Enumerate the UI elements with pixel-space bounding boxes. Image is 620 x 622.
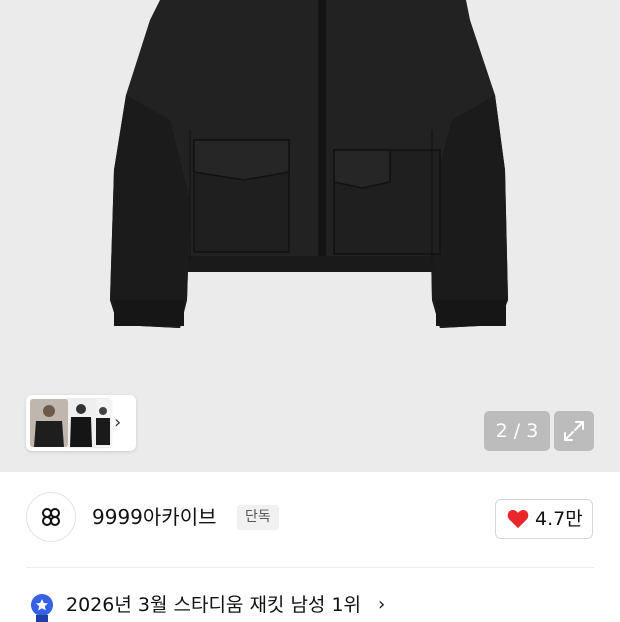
expand-icon bbox=[564, 421, 584, 441]
like-count: 4.7만 bbox=[535, 508, 583, 530]
thumbnail-1-image bbox=[30, 399, 68, 447]
thumbnail-2[interactable] bbox=[66, 399, 96, 447]
thumbnail-2-image bbox=[66, 399, 96, 447]
ranking-text: 2026년 3월 스타디움 재킷 남성 1위 bbox=[66, 594, 362, 616]
thumbnail-1[interactable] bbox=[30, 399, 68, 447]
brand-logo-icon bbox=[42, 508, 60, 526]
heart-icon bbox=[507, 510, 529, 529]
ranking-link[interactable]: 2026년 3월 스타디움 재킷 남성 1위 › bbox=[26, 588, 594, 622]
brand-logo[interactable] bbox=[26, 492, 76, 542]
expand-button[interactable] bbox=[554, 411, 594, 451]
brand-name-link[interactable]: 9999아카이브 bbox=[92, 503, 217, 531]
chevron-right-icon: › bbox=[378, 594, 386, 615]
image-counter: 2 / 3 bbox=[484, 411, 550, 451]
product-image-viewer[interactable]: › 2 / 3 bbox=[0, 0, 620, 472]
chevron-right-icon[interactable]: › bbox=[114, 412, 128, 434]
exclusive-badge: 단독 bbox=[237, 505, 279, 530]
like-button[interactable]: 4.7만 bbox=[495, 499, 593, 539]
ranking-medal-icon bbox=[31, 594, 53, 622]
divider bbox=[26, 567, 594, 568]
